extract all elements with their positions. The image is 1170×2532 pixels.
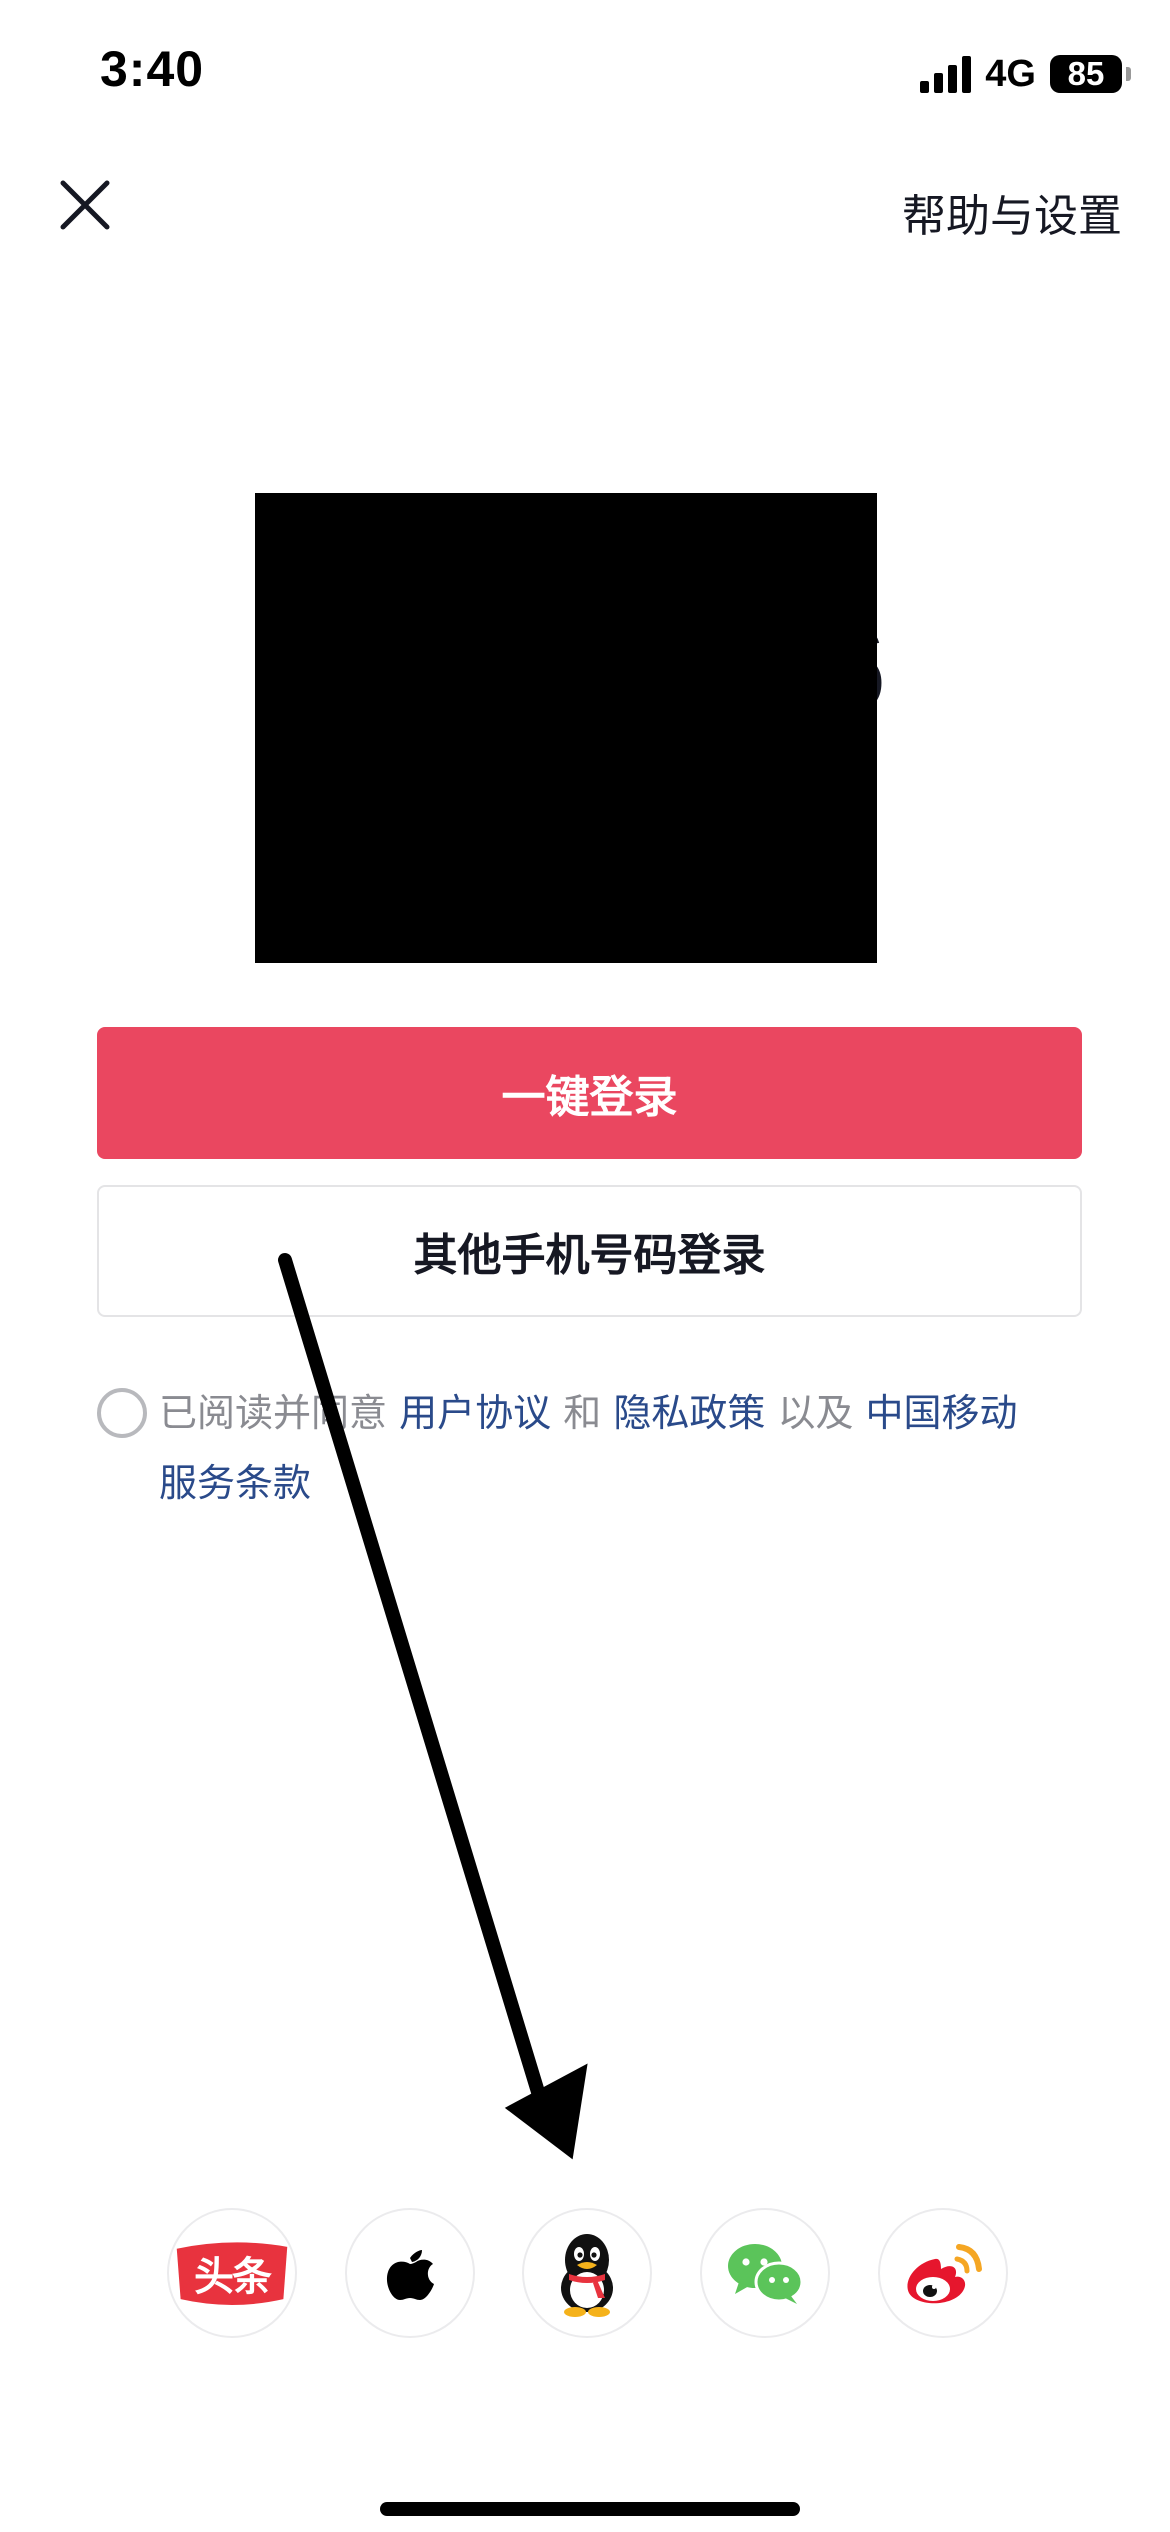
agreement-and: 和 xyxy=(563,1391,602,1435)
carrier-terms-link-continued[interactable]: 服务条款 xyxy=(97,1448,1082,1518)
qq-icon xyxy=(561,2234,613,2317)
status-time: 3:40 xyxy=(100,41,205,97)
network-type-label: 4G xyxy=(985,52,1036,95)
toutiao-login-button[interactable]: 头条 xyxy=(167,2208,297,2338)
one-tap-login-button[interactable]: 一键登录 xyxy=(97,1027,1082,1159)
status-indicators: 4G 85 xyxy=(920,50,1131,98)
privacy-policy-link[interactable]: 隐私政策 xyxy=(613,1391,765,1435)
qq-login-button[interactable] xyxy=(522,2208,652,2338)
other-phone-login-button[interactable]: 其他手机号码登录 xyxy=(97,1185,1082,1317)
wechat-icon xyxy=(728,2244,804,2304)
close-icon xyxy=(60,180,110,230)
weibo-login-button[interactable] xyxy=(878,2208,1008,2338)
agreement-radio[interactable] xyxy=(97,1388,147,1438)
battery-level: 85 xyxy=(1067,55,1105,92)
home-indicator[interactable] xyxy=(380,2502,800,2516)
wechat-login-button[interactable] xyxy=(700,2208,830,2338)
weibo-icon xyxy=(907,2244,982,2304)
battery-icon: 85 xyxy=(1050,55,1131,93)
carrier-terms-link[interactable]: 中国移动 xyxy=(866,1391,1018,1435)
apple-icon xyxy=(386,2250,434,2300)
agreement-prefix: 已阅读并同意 xyxy=(159,1391,388,1435)
toutiao-label: 头条 xyxy=(194,2254,272,2300)
agreement-as-well-as: 以及 xyxy=(777,1391,854,1435)
agreement-section: 已阅读并同意 用户协议 和 隐私政策 以及 中国移动 服务条款 xyxy=(97,1378,1082,1518)
apple-login-button[interactable] xyxy=(345,2208,475,2338)
social-login-row: 头条 xyxy=(0,2208,1170,2338)
status-bar: 3:40 4G 85 xyxy=(0,0,1170,150)
close-button[interactable] xyxy=(50,170,120,240)
help-and-settings-link[interactable]: 帮助与设置 xyxy=(902,180,1122,244)
user-agreement-link[interactable]: 用户协议 xyxy=(399,1391,551,1435)
redaction-block xyxy=(255,493,877,963)
cellular-signal-icon xyxy=(920,55,972,93)
agreement-text: 已阅读并同意 用户协议 和 隐私政策 以及 中国移动 xyxy=(97,1378,1082,1448)
